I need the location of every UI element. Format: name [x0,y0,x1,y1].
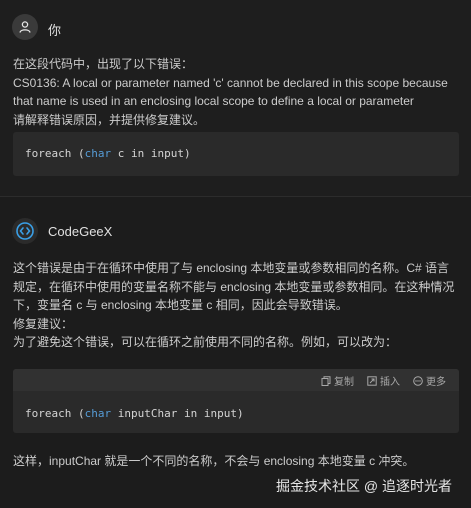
code-line: foreach (char inputChar in input) [25,407,244,420]
assistant-line: 下，变量名 c 与 enclosing 本地变量 c 相同，因此会导致错误。 [13,298,348,312]
assistant-conclusion: 这样，inputChar 就是一个不同的名称，不会与 enclosing 本地变… [13,454,415,468]
copy-button[interactable]: 复制 [321,373,354,388]
user-line: that name is used in an enclosing local … [13,94,414,108]
more-button[interactable]: 更多 [413,373,446,388]
copy-icon [321,375,331,386]
insert-button[interactable]: 插入 [367,373,400,388]
codegeex-logo-icon [12,218,38,244]
user-line: CS0136: A local or parameter named 'c' c… [13,75,448,90]
user-line: 在这段代码中，出现了以下错误： [13,57,194,71]
assistant-message-text: 这个错误是由于在循环中使用了与 enclosing 本地变量或参数相同的名称。C… [13,259,454,352]
assistant-line: 这个错误是由于在循环中使用了与 enclosing 本地变量或参数相同的名称。C… [13,261,450,275]
user-code-block[interactable]: foreach (char c in input) [13,132,459,176]
user-avatar-icon [12,14,38,40]
more-icon [413,375,423,386]
user-name: 你 [48,23,62,38]
insert-icon [367,375,377,386]
assistant-line: 为了避免这个错误，可以在循环之前使用不同的名称。例如，可以改为： [13,335,398,349]
assistant-name: CodeGeeX [48,224,113,239]
user-message-text: 在这段代码中，出现了以下错误： CS0136: A local or param… [13,55,448,129]
watermark: 掘金技术社区 @ 追逐时光者 [276,478,452,494]
user-line: 请解释错误原因，并提供修复建议。 [13,112,206,127]
assistant-code-block[interactable]: 复制 插入 更多 foreach (char inputChar in inpu… [13,369,459,433]
code-toolbar: 复制 插入 更多 [13,369,459,391]
code-line: foreach (char c in input) [25,147,191,160]
assistant-line: 规定，在循环中使用的变量名称不能与 enclosing 本地变量或参数相同。在这… [13,279,455,294]
assistant-line: 修复建议： [13,316,74,331]
